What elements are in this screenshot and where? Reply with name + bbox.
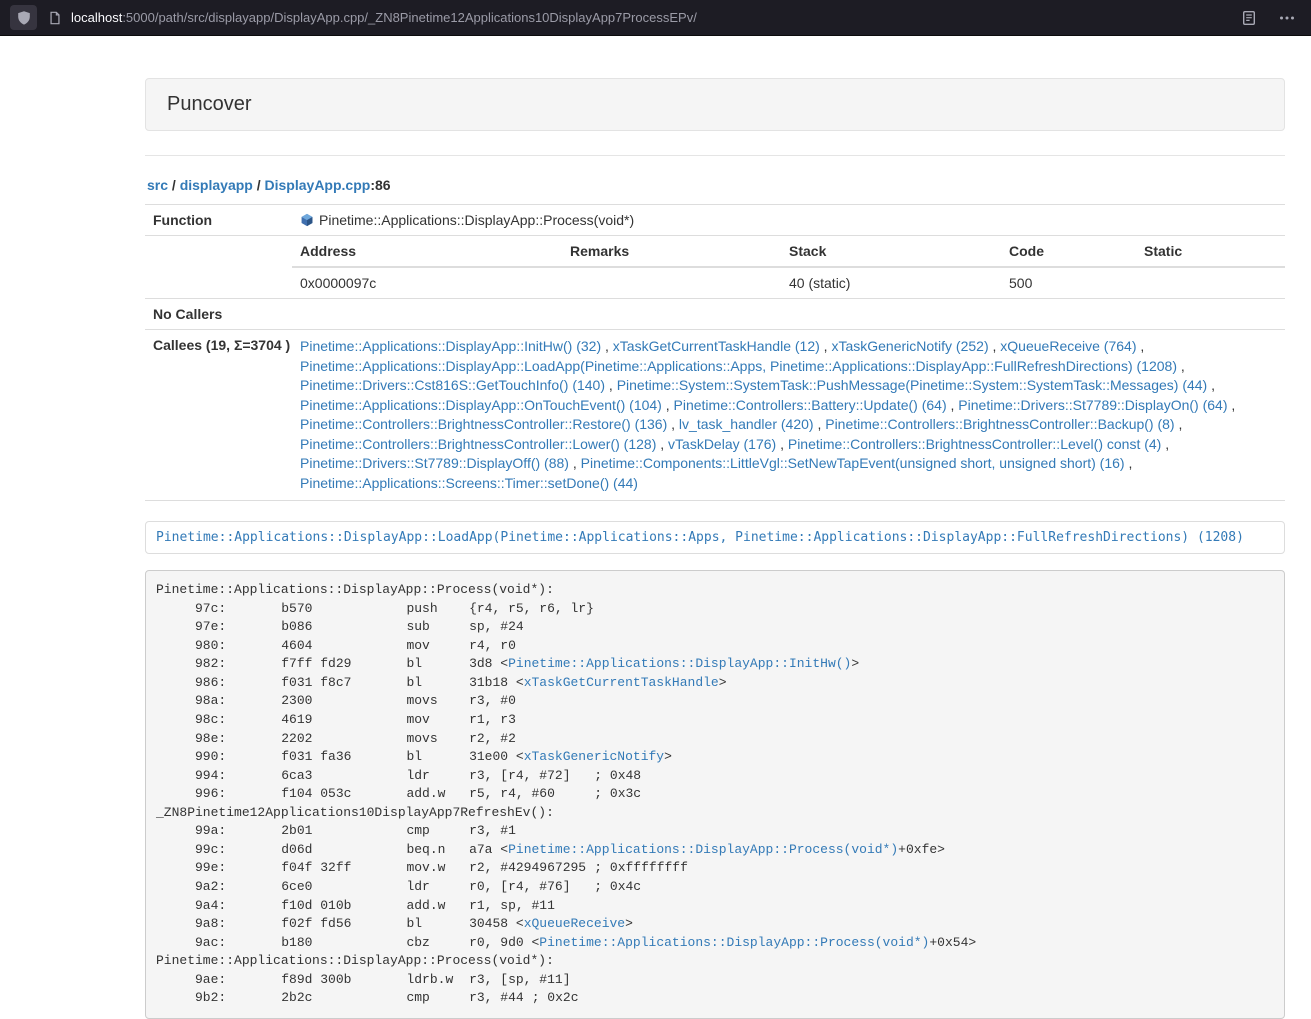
callee-separator: , [1207,377,1215,393]
callee-link[interactable]: Pinetime::Controllers::BrightnessControl… [300,416,667,432]
callee-link[interactable]: Pinetime::Applications::Screens::Timer::… [300,475,638,491]
callee-separator: , [820,338,832,354]
function-name: Pinetime::Applications::DisplayApp::Proc… [319,212,634,228]
callee-link[interactable]: Pinetime::System::SystemTask::PushMessag… [617,377,1208,393]
code-symbol-link[interactable]: Pinetime::Applications::DisplayApp::Proc… [508,842,898,857]
function-icon [300,213,314,227]
breadcrumb-separator: / [168,177,180,193]
no-callers-label: No Callers [145,299,292,330]
page-info-icon [48,11,62,25]
callee-separator: , [814,416,826,432]
shield-icon [16,10,32,26]
stats-row: 0x0000097c 40 (static)500 [292,267,1285,298]
stats-value-cell [562,267,781,298]
stats-column-header: Stack [781,236,1001,267]
no-callers-row: No Callers [145,299,1285,330]
code-symbol-link[interactable]: xTaskGetCurrentTaskHandle [524,675,719,690]
callee-link[interactable]: xTaskGenericNotify (252) [831,338,988,354]
app-title: Puncover [167,93,252,115]
callee-separator: , [601,338,613,354]
callees-list: Pinetime::Applications::DisplayApp::Init… [292,330,1285,501]
reader-mode-icon[interactable] [1241,10,1257,26]
stats-row-container: AddressRemarksStackCodeStatic 0x0000097c… [145,236,1285,299]
toolbar-actions [1227,10,1301,26]
callee-separator: , [1228,397,1236,413]
callee-link[interactable]: Pinetime::Applications::DisplayApp::Init… [300,338,601,354]
callee-separator: , [1175,416,1183,432]
tracking-protection-button[interactable] [10,5,37,30]
stats-value-cell: 40 (static) [781,267,1001,298]
callee-link[interactable]: xTaskGetCurrentTaskHandle (12) [613,338,820,354]
stats-table-cell: AddressRemarksStackCodeStatic 0x0000097c… [292,236,1285,299]
callee-link[interactable]: Pinetime::Controllers::Battery::Update()… [674,397,947,413]
stats-header-row: AddressRemarksStackCodeStatic [292,236,1285,267]
callee-separator: , [776,436,788,452]
function-row: Function Pinetime::Applications::Display… [145,205,1285,236]
callee-link[interactable]: Pinetime::Components::LittleVgl::SetNewT… [581,455,1125,471]
breadcrumb-link[interactable]: src [147,177,168,193]
callee-separator: , [1136,338,1144,354]
overflow-menu-icon[interactable] [1279,10,1295,26]
url-path: :5000/path/src/displayapp/DisplayApp.cpp… [122,10,697,25]
callee-separator: , [662,397,674,413]
callee-link[interactable]: Pinetime::Drivers::Cst816S::GetTouchInfo… [300,377,605,393]
stats-column-header: Code [1001,236,1136,267]
callee-link[interactable]: Pinetime::Controllers::BrightnessControl… [788,436,1161,452]
callees-row: Callees (19, Σ=3704 ) Pinetime::Applicat… [145,330,1285,501]
callee-separator: , [656,436,668,452]
callee-separator: , [1125,455,1133,471]
app-header-panel: Puncover [145,78,1285,131]
callee-link[interactable]: Pinetime::Controllers::BrightnessControl… [825,416,1174,432]
callee-link[interactable]: Pinetime::Controllers::BrightnessControl… [300,436,656,452]
callee-separator: , [605,377,617,393]
callee-link[interactable]: Pinetime::Drivers::St7789::DisplayOn() (… [958,397,1227,413]
url-host: localhost [71,10,122,25]
stats-column-header: Address [292,236,562,267]
disassembly-block: Pinetime::Applications::DisplayApp::Proc… [145,570,1285,1019]
breadcrumb-separator: / [253,177,265,193]
breadcrumb-link[interactable]: DisplayApp.cpp [265,177,371,193]
disassembly-code: Pinetime::Applications::DisplayApp::Proc… [156,582,976,1005]
code-symbol-link[interactable]: xQueueReceive [524,916,625,931]
callee-separator: , [1161,436,1169,452]
breadcrumb: src / displayapp / DisplayApp.cpp:86 [147,177,1285,193]
callee-separator: , [1177,358,1185,374]
function-name-cell: Pinetime::Applications::DisplayApp::Proc… [292,205,1285,236]
symbol-panel: Pinetime::Applications::DisplayApp::Load… [145,521,1285,554]
callee-link[interactable]: lv_task_handler (420) [679,416,814,432]
stats-value-cell: 500 [1001,267,1136,298]
callee-link[interactable]: xQueueReceive (764) [1000,338,1136,354]
no-callers-cell [292,299,1285,330]
callee-separator: , [667,416,679,432]
callee-link[interactable]: vTaskDelay (176) [668,436,776,452]
url-bar[interactable]: localhost:5000/path/src/displayapp/Displ… [48,10,1227,25]
content-container: Puncover src / displayapp / DisplayApp.c… [145,78,1285,1019]
stats-column-header: Remarks [562,236,781,267]
stats-column-header: Static [1136,236,1285,267]
code-symbol-link[interactable]: Pinetime::Applications::DisplayApp::Init… [508,656,851,671]
callee-separator: , [569,455,581,471]
symbol-link[interactable]: Pinetime::Applications::DisplayApp::Load… [156,530,1244,545]
breadcrumb-line-number: :86 [370,177,390,193]
code-symbol-link[interactable]: Pinetime::Applications::DisplayApp::Proc… [539,935,929,950]
stats-value-cell: 0x0000097c [292,267,562,298]
callee-separator: , [947,397,959,413]
stats-spacer-cell [145,236,292,299]
callee-link[interactable]: Pinetime::Applications::DisplayApp::OnTo… [300,397,662,413]
function-table: Function Pinetime::Applications::Display… [145,204,1285,501]
callee-link[interactable]: Pinetime::Applications::DisplayApp::Load… [300,358,1177,374]
callees-label: Callees (19, Σ=3704 ) [145,330,292,501]
stats-value-cell [1136,267,1285,298]
callee-link[interactable]: Pinetime::Drivers::St7789::DisplayOff() … [300,455,569,471]
callee-separator: , [989,338,1001,354]
browser-toolbar: localhost:5000/path/src/displayapp/Displ… [0,0,1311,36]
code-symbol-link[interactable]: xTaskGenericNotify [524,749,664,764]
page-body: Puncover src / displayapp / DisplayApp.c… [0,36,1311,1019]
divider [145,155,1285,156]
stats-table: AddressRemarksStackCodeStatic 0x0000097c… [292,236,1285,298]
breadcrumb-link[interactable]: displayapp [180,177,253,193]
function-row-label: Function [145,205,292,236]
